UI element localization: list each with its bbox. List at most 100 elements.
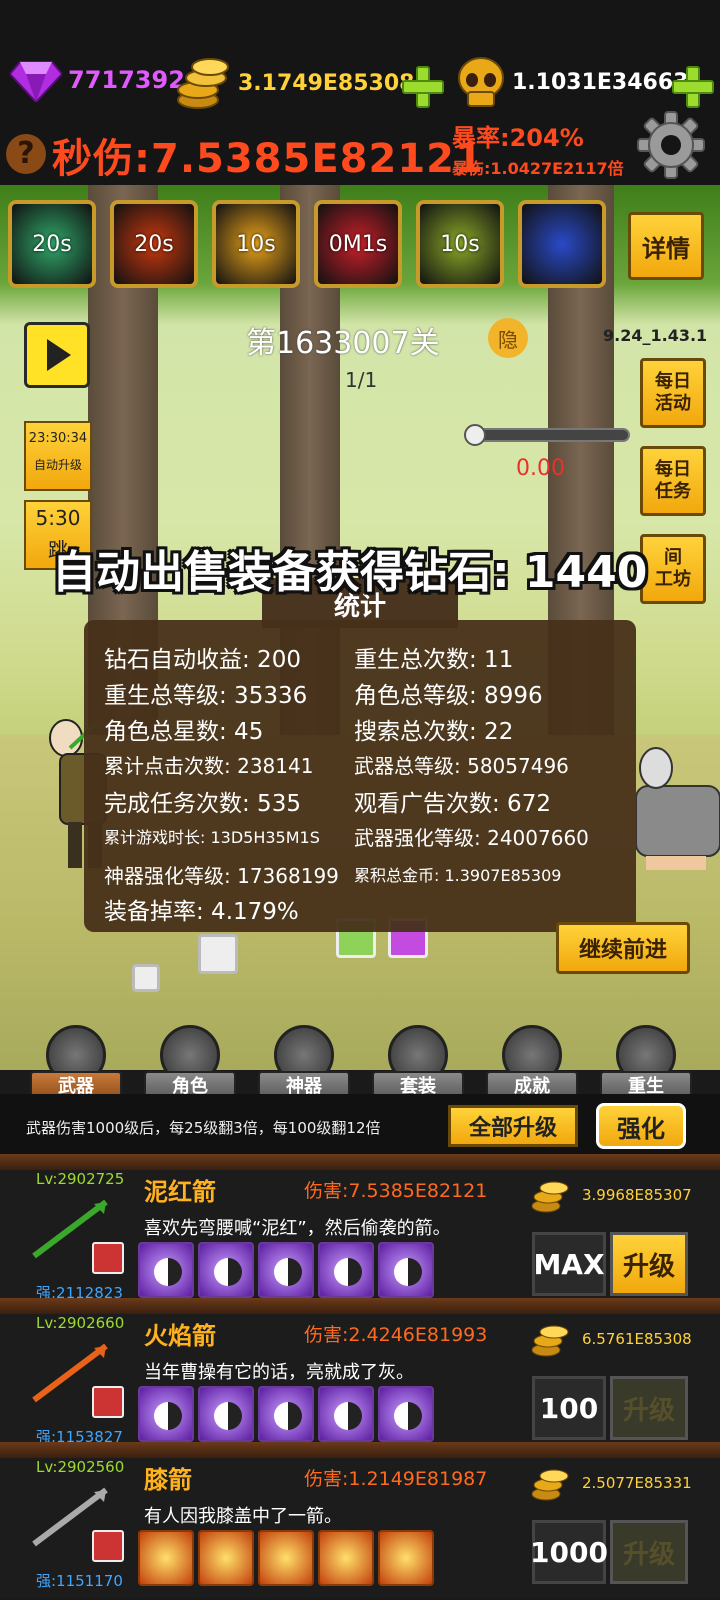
upgrade-cost: 6.5761E85308 bbox=[582, 1330, 692, 1348]
skill-cooldown: 20s bbox=[134, 231, 174, 257]
upgrade-cost: 2.5077E85331 bbox=[582, 1474, 692, 1492]
boss-character bbox=[636, 747, 720, 870]
auto-upgrade-timer[interactable]: 23:30:34 自动升级 bbox=[24, 421, 92, 491]
weapon-damage: 伤害:7.5385E82121 bbox=[304, 1180, 488, 1202]
stat-item: 重生总次数: 11 bbox=[354, 647, 514, 673]
equipment-drop[interactable] bbox=[198, 934, 238, 974]
upgrade-cost: 3.9968E85307 bbox=[582, 1186, 692, 1204]
continue-button[interactable]: 继续前进 bbox=[556, 922, 690, 974]
stat-item: 累计游戏时长: 13D5H35M1S bbox=[104, 828, 320, 847]
yin-yang-icon bbox=[334, 1402, 362, 1430]
upgrade-button[interactable]: 升级 bbox=[610, 1232, 688, 1296]
taiji-rune-icon bbox=[378, 1242, 434, 1298]
stat-item: 观看广告次数: 672 bbox=[354, 791, 551, 817]
play-button[interactable] bbox=[24, 322, 90, 388]
skill-button[interactable]: 10s bbox=[212, 200, 300, 288]
weapon-level: Lv:2902725 bbox=[36, 1170, 125, 1188]
skill-button[interactable]: 10s bbox=[416, 200, 504, 288]
weapon-description: 有人因我膝盖中了一箭。 bbox=[144, 1506, 342, 1527]
skill-cooldown: 0M1s bbox=[328, 231, 388, 257]
yin-yang-icon bbox=[154, 1258, 182, 1286]
auto-sell-toast: 自动出售装备获得钻石: 1440 bbox=[52, 547, 648, 598]
taiji-rune-icon bbox=[138, 1386, 194, 1442]
skip-time: 5:30 bbox=[35, 506, 81, 530]
diamond-icon bbox=[10, 61, 62, 102]
yin-yang-icon bbox=[334, 1258, 362, 1286]
gem-counter: 7717392 bbox=[10, 58, 185, 102]
yin-yang-icon bbox=[274, 1258, 302, 1286]
equipment-drop[interactable] bbox=[132, 964, 160, 992]
coin-stack-icon bbox=[531, 1325, 569, 1357]
weapon-name: 火焰箭 bbox=[144, 1322, 216, 1350]
auto-upgrade-label: 自动升级 bbox=[33, 458, 82, 472]
daily-activity-button[interactable]: 每日 活动 bbox=[640, 358, 706, 428]
fire-rune-icon bbox=[258, 1530, 314, 1586]
stage-title: 第1633007关 bbox=[246, 326, 440, 361]
weapon-damage: 伤害:2.4246E81993 bbox=[304, 1324, 488, 1346]
skill-button[interactable]: 20s bbox=[110, 200, 198, 288]
skill-cooldown: 10s bbox=[440, 231, 480, 257]
weapon-badge-icon bbox=[92, 1530, 124, 1562]
stat-item: 搜索总次数: 22 bbox=[354, 719, 514, 745]
weapon-level: Lv:2902660 bbox=[36, 1314, 125, 1332]
golden-skull-icon bbox=[458, 57, 504, 107]
quantity-toggle-button[interactable]: MAX bbox=[532, 1232, 606, 1296]
boss-hp-bar bbox=[468, 428, 630, 442]
gear-icon[interactable] bbox=[636, 110, 706, 180]
coin-stack-icon bbox=[531, 1181, 569, 1213]
row-separator bbox=[0, 1298, 720, 1314]
upgrade-all-button[interactable]: 全部升级 bbox=[448, 1105, 578, 1147]
taiji-rune-icon bbox=[258, 1242, 314, 1298]
quantity-toggle-button[interactable]: 100 bbox=[532, 1376, 606, 1440]
taiji-rune-icon bbox=[318, 1242, 374, 1298]
gem-amount: 7717392 bbox=[68, 66, 185, 94]
details-button[interactable]: 详情 bbox=[628, 212, 704, 280]
weapon-description: 喜欢先弯腰喊“泥红”，然后偷袭的箭。 bbox=[144, 1218, 451, 1239]
coin-stack-icon bbox=[177, 58, 229, 109]
yin-yang-icon bbox=[214, 1402, 242, 1430]
taiji-rune-icon bbox=[138, 1242, 194, 1298]
taiji-rune-icon bbox=[318, 1386, 374, 1442]
upgrade-button[interactable]: 升级 bbox=[610, 1520, 688, 1584]
upgrade-hint: 武器伤害1000级后，每25级翻3倍，每100级翻12倍 bbox=[26, 1119, 381, 1137]
workshop-button[interactable]: 间 工坊 bbox=[640, 534, 706, 604]
crit-damage: 暴伤:1.0427E2117倍 bbox=[452, 159, 624, 178]
taiji-rune-icon bbox=[198, 1386, 254, 1442]
skill-button[interactable]: 20s bbox=[8, 200, 96, 288]
gold-amount: 3.1749E85308 bbox=[238, 70, 415, 96]
weapon-name: 泥红箭 bbox=[144, 1178, 216, 1206]
auto-upgrade-time: 23:30:34 bbox=[28, 431, 88, 446]
yin-yang-icon bbox=[154, 1402, 182, 1430]
help-icon[interactable]: ? bbox=[6, 134, 46, 174]
stat-item: 武器强化等级: 24007660 bbox=[354, 826, 589, 850]
stat-item: 神器强化等级: 17368199 bbox=[104, 864, 339, 888]
skill-bar: 20s 20s 10s 0M1s 10s bbox=[8, 200, 606, 288]
row-separator bbox=[0, 1154, 720, 1170]
weapon-name: 膝箭 bbox=[144, 1466, 192, 1494]
yin-yang-icon bbox=[214, 1258, 242, 1286]
stat-item: 武器总等级: 58057496 bbox=[354, 754, 569, 778]
skull-icon bbox=[464, 424, 486, 446]
weapon-strength: 强:1151170 bbox=[36, 1572, 123, 1590]
skill-button[interactable] bbox=[518, 200, 606, 288]
fire-rune-icon bbox=[198, 1530, 254, 1586]
taiji-rune-icon bbox=[198, 1242, 254, 1298]
daily-task-button[interactable]: 每日 任务 bbox=[640, 446, 706, 516]
fire-rune-icon bbox=[318, 1530, 374, 1586]
stat-item: 钻石自动收益: 200 bbox=[104, 647, 301, 673]
dps-value: 秒伤:7.5385E82121 bbox=[52, 136, 484, 182]
upgrade-button[interactable]: 升级 bbox=[610, 1376, 688, 1440]
enhance-button[interactable]: 强化 bbox=[596, 1103, 686, 1149]
skull-amount: 1.1031E34663 bbox=[512, 69, 689, 95]
add-gold-button[interactable] bbox=[402, 66, 444, 108]
row-separator bbox=[0, 1442, 720, 1458]
skill-button[interactable]: 0M1s bbox=[314, 200, 402, 288]
taiji-rune-icon bbox=[258, 1386, 314, 1442]
stat-item: 重生总等级: 35336 bbox=[104, 683, 308, 709]
quantity-toggle-button[interactable]: 1000 bbox=[530, 1520, 608, 1584]
add-skull-button[interactable] bbox=[672, 66, 714, 108]
crit-rate: 暴率:204% bbox=[452, 124, 584, 152]
version-label: 9.24_1.43.1 bbox=[603, 326, 708, 345]
hide-button[interactable]: 隐 bbox=[488, 318, 528, 358]
stat-item: 累计点击次数: 238141 bbox=[104, 754, 314, 778]
